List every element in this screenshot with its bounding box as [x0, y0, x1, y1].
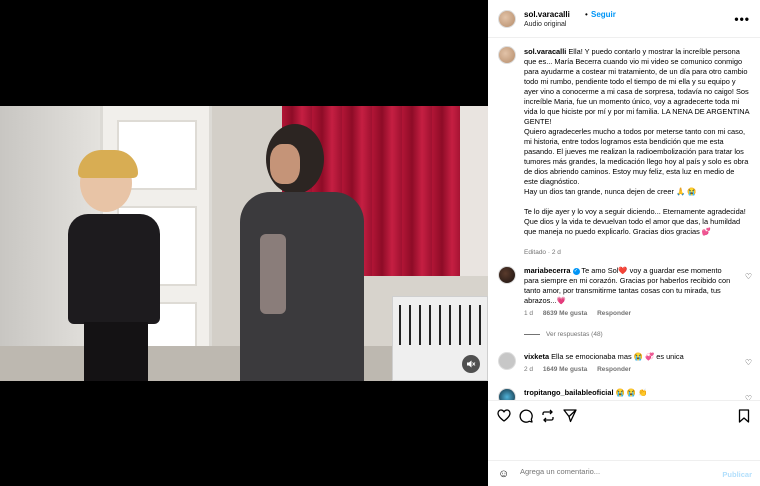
media-area [0, 0, 488, 486]
video-player[interactable] [0, 106, 488, 381]
verified-badge-icon: ✓ [572, 267, 580, 275]
post-sidebar: sol.varacalli • Seguir Audio original ••… [488, 0, 760, 486]
repost-icon[interactable] [540, 409, 556, 426]
post-comment-button[interactable]: Publicar [722, 470, 752, 479]
comment-username[interactable]: vixketa [524, 352, 549, 361]
comment-username[interactable]: tropitango_bailableoficial [524, 388, 614, 397]
more-options-icon[interactable]: ••• [734, 12, 750, 26]
reply-button[interactable]: Responder [597, 366, 631, 373]
heart-icon[interactable]: ♡ [745, 272, 752, 281]
post-caption: sol.varacalli Ella! Y puedo contarlo y m… [524, 47, 750, 258]
comment-time: 1 d [524, 310, 534, 317]
bookmark-icon-svg [738, 409, 750, 423]
comment-meta: 1 d 8639 Me gusta Responder [524, 309, 736, 319]
comment-text: 😭 😭 👏 [613, 388, 648, 397]
comment-body: mariabecerra ✓ Te amo Sol❤️ voy a guarda… [524, 266, 736, 319]
comment-meta: 2 d 1649 Me gusta Responder [524, 365, 736, 375]
comment-input[interactable] [520, 467, 710, 476]
comment-body: tropitango_bailableoficial 😭 😭 👏 [524, 388, 736, 398]
send-icon[interactable] [562, 409, 578, 426]
avatar[interactable] [498, 46, 516, 64]
bookmark-icon[interactable] [736, 409, 752, 426]
comment-text: Ella se emocionaba mas 😭 💞 es unica [549, 352, 684, 361]
heart-icon[interactable]: ♡ [745, 358, 752, 367]
comment-username[interactable]: mariabecerra [524, 266, 570, 275]
heart-icon[interactable] [496, 409, 512, 425]
header-username[interactable]: sol.varacalli [524, 10, 570, 19]
caption-text: Ella! Y puedo contarlo y mostrar la incr… [524, 47, 750, 236]
comment-body: vixketa Ella se emocionaba mas 😭 💞 es un… [524, 352, 736, 375]
reply-button[interactable]: Responder [597, 310, 631, 317]
speaker-muted-icon-svg [467, 360, 476, 368]
post-actions [488, 400, 760, 450]
avatar[interactable] [498, 388, 516, 400]
video-scene-window [460, 106, 488, 276]
avatar[interactable] [498, 10, 516, 28]
repost-icon-svg [542, 409, 554, 423]
audio-label[interactable]: Audio original [524, 21, 566, 28]
speaker-muted-icon[interactable] [462, 355, 480, 373]
emoji-picker-icon[interactable]: ☺ [498, 468, 509, 480]
header-separator: • [585, 10, 588, 19]
add-comment-bar: ☺ Publicar [488, 460, 760, 486]
post-header: sol.varacalli • Seguir Audio original ••… [488, 0, 760, 38]
comments-list[interactable]: sol.varacalli Ella! Y puedo contarlo y m… [488, 38, 760, 400]
send-icon-svg [563, 409, 577, 423]
comment-likes[interactable]: 1649 Me gusta [543, 366, 587, 373]
caption-edited: Editado · 2 d [524, 249, 561, 256]
comment-icon-svg [519, 409, 533, 423]
view-replies-label: Ver respuestas (48) [546, 331, 603, 338]
follow-button[interactable]: Seguir [591, 10, 616, 19]
video-person-right [230, 124, 370, 381]
avatar[interactable] [498, 266, 516, 284]
heart-icon-svg [497, 409, 511, 422]
avatar[interactable] [498, 352, 516, 370]
comment-time: 2 d [524, 366, 534, 373]
comment-likes[interactable]: 8639 Me gusta [543, 310, 587, 317]
view-replies-button[interactable]: Ver respuestas (48) [524, 331, 603, 338]
comment-icon[interactable] [518, 409, 534, 426]
caption-username[interactable]: sol.varacalli [524, 47, 566, 56]
video-person-left [62, 150, 172, 381]
